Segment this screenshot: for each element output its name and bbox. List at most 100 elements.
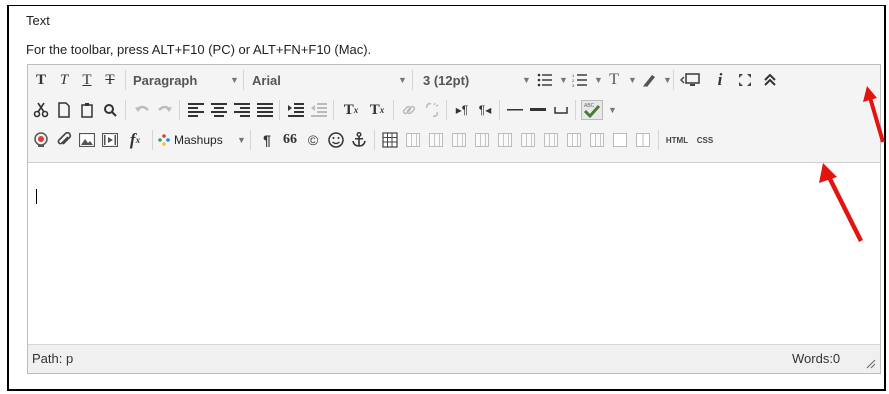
math-x-mark: x: [135, 135, 141, 145]
ltr-direction-icon[interactable]: ▸¶: [451, 99, 473, 121]
chevron-down-icon[interactable]: ▼: [559, 69, 568, 91]
annotation-arrow-icon: [819, 163, 864, 243]
delete-row-icon[interactable]: [494, 129, 516, 151]
blockquote-button[interactable]: 66: [279, 129, 301, 151]
unlink-icon[interactable]: [421, 99, 443, 121]
toolbar-separator: [152, 130, 153, 150]
toolbar-separator: [658, 130, 659, 150]
table-glyph: [429, 133, 443, 147]
record-webcam-icon[interactable]: [30, 129, 52, 151]
align-center-icon[interactable]: [208, 99, 230, 121]
cut-icon[interactable]: [30, 99, 52, 121]
chevron-down-icon[interactable]: ▼: [594, 69, 603, 91]
collapse-toolbar-icon[interactable]: [759, 69, 781, 91]
superscript-button[interactable]: Tx: [339, 99, 363, 121]
numbered-list-icon[interactable]: 123: [569, 69, 591, 91]
toolbar-instructions: For the toolbar, press ALT+F10 (PC) or A…: [26, 42, 372, 57]
toolbar-separator: [333, 100, 334, 120]
table-layout-icon[interactable]: [632, 129, 654, 151]
html-source-button[interactable]: HTML: [662, 129, 692, 151]
insert-row-before-icon[interactable]: [448, 129, 470, 151]
split-cells-icon[interactable]: [586, 129, 608, 151]
svg-text:3: 3: [572, 83, 575, 87]
spellcheck-icon[interactable]: ABC: [580, 99, 604, 121]
math-editor-button[interactable]: fx: [123, 129, 147, 151]
paste-icon[interactable]: [76, 99, 98, 121]
insert-table-icon[interactable]: [379, 129, 401, 151]
toolbar-separator: [412, 70, 413, 90]
attach-file-icon[interactable]: [53, 129, 75, 151]
bold-button[interactable]: T: [30, 69, 52, 91]
toolbar-separator: [243, 70, 244, 90]
horizontal-rule-icon[interactable]: [504, 99, 526, 121]
chevron-down-icon[interactable]: ▼: [230, 69, 239, 91]
font-family-value: Arial: [252, 72, 281, 88]
preview-monitor-icon[interactable]: [678, 69, 704, 91]
table-row-props-icon[interactable]: [402, 129, 424, 151]
insert-image-icon[interactable]: [76, 129, 98, 151]
font-size-select[interactable]: 3 (12pt): [423, 69, 523, 91]
copy-icon[interactable]: [53, 99, 75, 121]
justify-icon[interactable]: [254, 99, 276, 121]
copyright-button[interactable]: ©: [302, 129, 324, 151]
chevron-down-icon[interactable]: ▼: [398, 69, 407, 91]
nonbreaking-space-icon[interactable]: [550, 99, 572, 121]
insert-row-after-icon[interactable]: [471, 129, 493, 151]
table-cell-props-icon[interactable]: [425, 129, 447, 151]
insert-column-after-icon[interactable]: [540, 129, 562, 151]
thick-rule-icon[interactable]: [527, 99, 549, 121]
outdent-icon[interactable]: [308, 99, 330, 121]
text-color-button[interactable]: T: [603, 69, 625, 91]
chevron-down-icon[interactable]: ▼: [663, 69, 672, 91]
fullscreen-icon[interactable]: [734, 69, 756, 91]
editor-content-area[interactable]: [28, 163, 880, 346]
toolbar-separator: [446, 100, 447, 120]
anchor-icon[interactable]: [348, 129, 370, 151]
link-icon[interactable]: [398, 99, 420, 121]
insert-column-before-icon[interactable]: [517, 129, 539, 151]
italic-button[interactable]: T: [53, 69, 75, 91]
toolbar-separator: [279, 100, 280, 120]
bullet-list-icon[interactable]: [534, 69, 556, 91]
mashups-label: Mashups: [174, 133, 223, 147]
insert-media-icon[interactable]: [99, 129, 121, 151]
redo-icon[interactable]: [154, 99, 176, 121]
info-icon[interactable]: i: [709, 69, 731, 91]
superscript-letter: T: [343, 101, 354, 118]
toolbar-separator: [250, 130, 251, 150]
text-editor: T T T T Paragraph ▼ Arial ▼ 3 (12pt) ▼ ▼: [27, 64, 881, 374]
chevron-down-icon[interactable]: ▼: [237, 129, 246, 151]
table-glyph: [544, 133, 558, 147]
chevron-down-icon[interactable]: ▼: [522, 69, 531, 91]
toolbar-separator: [673, 70, 674, 90]
toolbar-separator: [575, 100, 576, 120]
subscript-button[interactable]: Tx: [365, 99, 389, 121]
toolbar-row-2: Tx Tx ▸¶ ¶◂ ABC ▼: [28, 95, 880, 125]
undo-icon[interactable]: [131, 99, 153, 121]
indent-icon[interactable]: [285, 99, 307, 121]
mashups-icon: [158, 134, 170, 146]
paragraph-format-select[interactable]: Paragraph: [133, 69, 223, 91]
font-family-select[interactable]: Arial: [252, 69, 372, 91]
align-left-icon[interactable]: [185, 99, 207, 121]
find-icon[interactable]: [99, 99, 121, 121]
css-button[interactable]: CSS: [693, 129, 717, 151]
delete-column-icon[interactable]: [563, 129, 585, 151]
toolbar-separator: [125, 100, 126, 120]
emoticon-icon[interactable]: [325, 129, 347, 151]
highlight-pen-icon[interactable]: [638, 69, 660, 91]
toolbar-row-1: T T T T Paragraph ▼ Arial ▼ 3 (12pt) ▼ ▼: [28, 65, 880, 95]
table-glyph: [498, 133, 512, 147]
paragraph-mark-button[interactable]: ¶: [256, 129, 278, 151]
status-bar: Path: p Words:0: [28, 344, 880, 373]
chevron-down-icon[interactable]: ▼: [628, 69, 637, 91]
rtl-direction-icon[interactable]: ¶◂: [474, 99, 496, 121]
table-glyph: [475, 133, 489, 147]
text-cursor: [36, 189, 37, 204]
chevron-down-icon[interactable]: ▼: [608, 99, 617, 121]
merge-cells-icon[interactable]: [609, 129, 631, 151]
strikethrough-button[interactable]: T: [99, 69, 121, 91]
underline-button[interactable]: T: [76, 69, 98, 91]
align-right-icon[interactable]: [231, 99, 253, 121]
resize-handle-icon[interactable]: [866, 359, 876, 369]
